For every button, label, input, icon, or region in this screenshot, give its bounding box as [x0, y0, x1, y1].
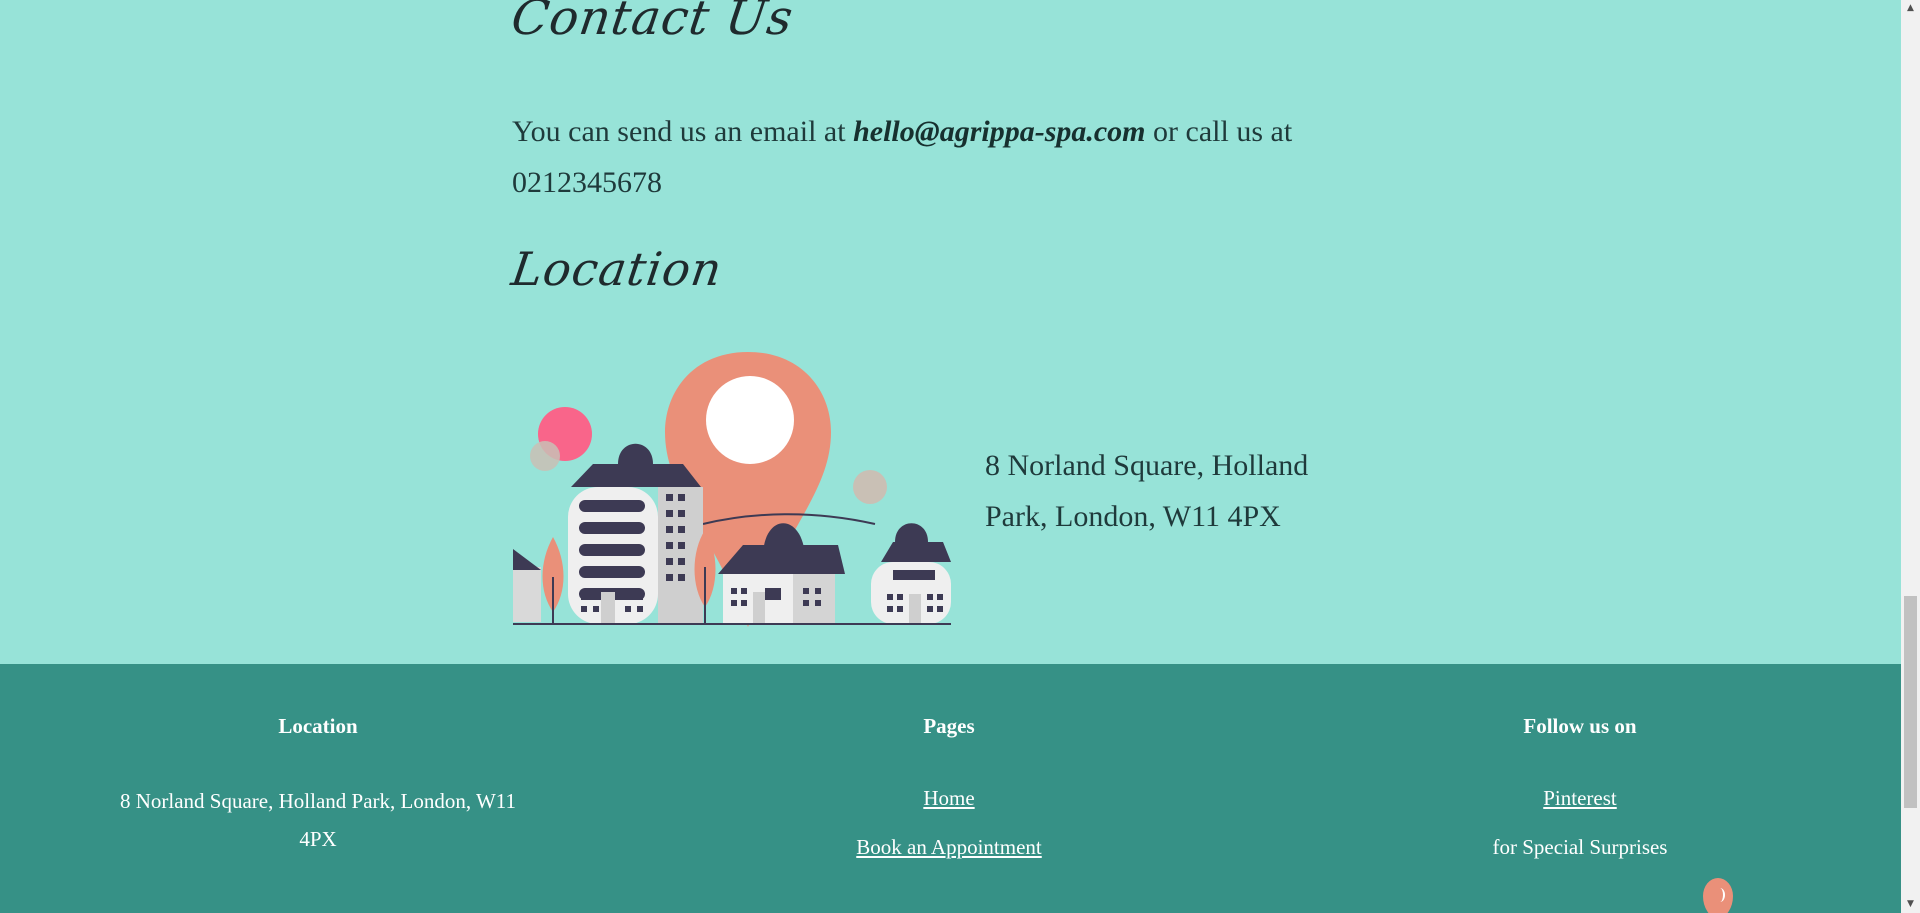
contact-text: You can send us an email at hello@agripp… [512, 106, 1312, 208]
contact-heading: Contact Us [508, 0, 797, 46]
vertical-scrollbar[interactable]: ▲ ▼ [1901, 0, 1920, 913]
left-house-body [513, 567, 541, 622]
city-location-pin-illustration [513, 352, 951, 627]
tall-building-dome [618, 443, 653, 464]
chat-bubble-icon[interactable] [1703, 878, 1733, 913]
footer-location-heading: Location [278, 714, 358, 738]
tall-building-roof [571, 464, 701, 487]
scroll-down-arrow-icon[interactable]: ▼ [1901, 896, 1920, 913]
page: Contact Us You can send us an email at h… [0, 0, 1901, 913]
main-content: Contact Us You can send us an email at h… [0, 0, 1901, 664]
footer-link-home[interactable]: Home [749, 786, 1149, 811]
right-house-dome [895, 523, 928, 542]
location-pin-hole [706, 376, 794, 464]
location-heading: Location [508, 242, 726, 296]
contact-text-before: You can send us an email at [512, 115, 854, 148]
grey-circle-right [853, 470, 887, 504]
footer-location-address: 8 Norland Square, Holland Park, London, … [119, 789, 517, 851]
right-house-roof [881, 542, 951, 562]
scroll-up-arrow-icon[interactable]: ▲ [1901, 0, 1920, 17]
location-address: 8 Norland Square, Holland Park, London, … [985, 449, 1309, 533]
grey-circle-left [530, 441, 560, 471]
footer: Location 8 Norland Square, Holland Park,… [0, 664, 1901, 913]
footer-follow-text: for Special Surprises [1492, 835, 1668, 859]
footer-pages-heading: Pages [923, 714, 975, 738]
footer-link-pinterest[interactable]: Pinterest [1380, 786, 1780, 811]
footer-follow-heading: Follow us on [1523, 714, 1637, 738]
contact-email: hello@agrippa-spa.com [853, 115, 1146, 148]
scrollbar-thumb[interactable] [1904, 596, 1917, 808]
footer-link-book-appointment[interactable]: Book an Appointment [749, 835, 1149, 860]
left-house-roof [513, 549, 541, 570]
